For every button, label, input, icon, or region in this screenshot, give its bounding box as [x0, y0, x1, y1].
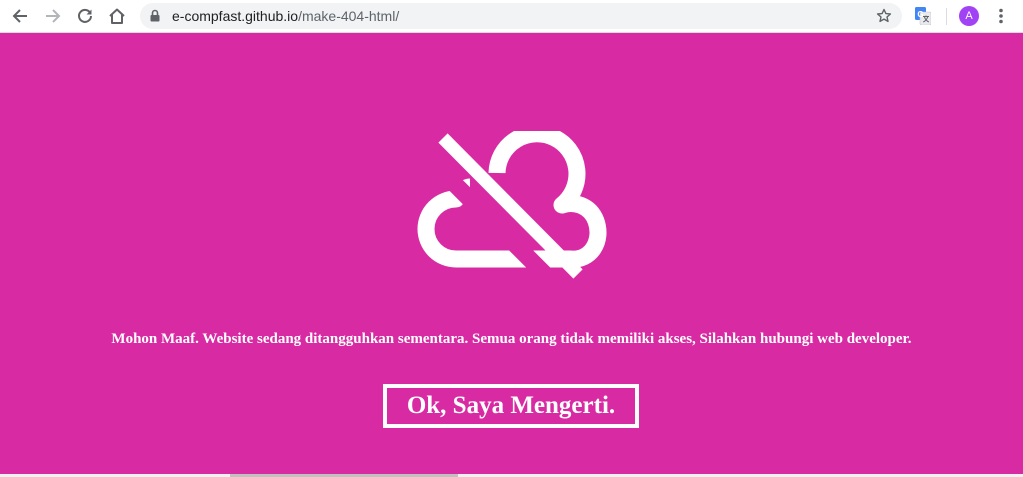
address-bar[interactable]: e-compfast.github.io/make-404-html/: [140, 3, 902, 29]
translate-icon[interactable]: G: [915, 7, 931, 25]
url-text[interactable]: e-compfast.github.io/make-404-html/: [172, 7, 399, 25]
cloud-off-icon: [417, 131, 607, 281]
error-page: Mohon Maaf. Website sedang ditangguhkan …: [0, 33, 1023, 474]
star-icon[interactable]: [876, 8, 892, 24]
lock-icon[interactable]: [150, 9, 160, 22]
reload-button[interactable]: [73, 4, 97, 28]
home-icon: [109, 8, 125, 24]
toolbar-divider: [946, 8, 947, 25]
arrow-left-icon: [12, 9, 27, 23]
browser-toolbar: e-compfast.github.io/make-404-html/ G A: [0, 0, 1023, 33]
back-button[interactable]: [8, 4, 32, 28]
home-button[interactable]: [105, 4, 129, 28]
more-vert-icon[interactable]: [993, 6, 1009, 26]
url-path: /make-404-html/: [298, 8, 400, 24]
url-host: e-compfast.github.io: [172, 8, 299, 24]
svg-text:G: G: [917, 10, 923, 19]
forward-button[interactable]: [41, 4, 65, 28]
acknowledge-button[interactable]: Ok, Saya Mengerti.: [383, 384, 639, 428]
suspension-message: Mohon Maaf. Website sedang ditangguhkan …: [111, 331, 912, 347]
reload-icon: [78, 8, 92, 23]
arrow-right-icon: [46, 9, 61, 23]
profile-avatar[interactable]: A: [959, 6, 979, 26]
